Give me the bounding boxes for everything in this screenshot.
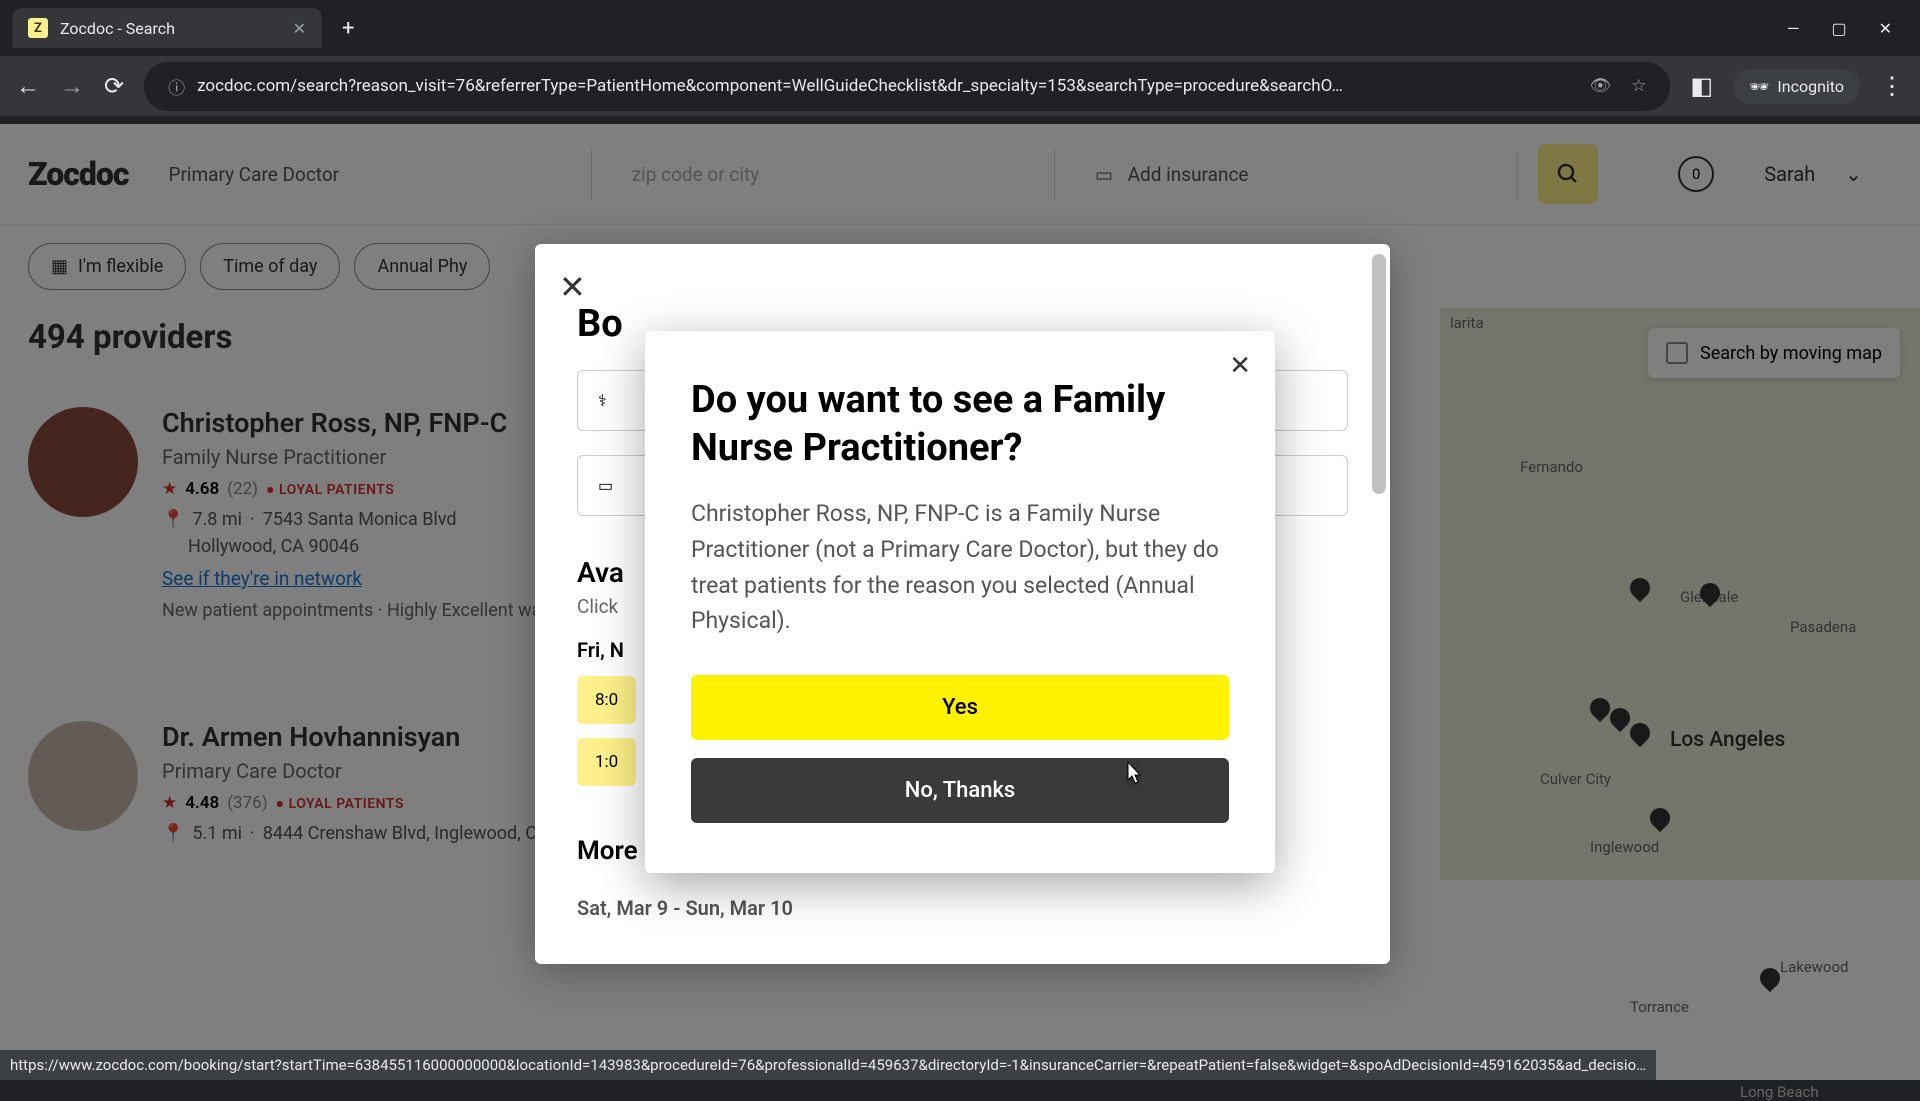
site-info-icon[interactable]: ⓘ	[168, 74, 185, 99]
status-bar: https://www.zocdoc.com/booking/start?sta…	[0, 1050, 1656, 1080]
page-content: Zocdoc Primary Care Doctor zip code or c…	[0, 124, 1920, 1080]
url-text: zocdoc.com/search?reason_visit=76&referr…	[197, 76, 1577, 96]
incognito-badge[interactable]: 🕶 Incognito	[1733, 69, 1860, 104]
browser-tab[interactable]: Z Zocdoc - Search ✕	[12, 8, 322, 48]
forward-button: →	[60, 72, 84, 101]
menu-icon[interactable]: ⋮	[1880, 72, 1904, 100]
inner-modal-overlay: ✕ Do you want to see a Family Nurse Prac…	[0, 124, 1920, 1080]
url-actions: 👁 ☆	[1590, 76, 1647, 96]
dialog-title: Do you want to see a Family Nurse Practi…	[691, 377, 1229, 472]
incognito-label: Incognito	[1777, 77, 1844, 96]
url-bar[interactable]: ⓘ zocdoc.com/search?reason_visit=76&refe…	[144, 62, 1670, 111]
close-icon[interactable]: ✕	[1229, 351, 1251, 381]
tab-favicon: Z	[28, 18, 48, 38]
map-city-label: Long Beach	[1740, 1083, 1819, 1101]
minimize-icon[interactable]: —	[1787, 19, 1800, 38]
bookmark-icon[interactable]: ☆	[1631, 76, 1646, 96]
tab-title: Zocdoc - Search	[60, 19, 175, 38]
back-button[interactable]: ←	[16, 72, 40, 101]
yes-button[interactable]: Yes	[691, 675, 1229, 740]
side-panel-icon[interactable]: ◧	[1690, 72, 1713, 100]
confirmation-dialog: ✕ Do you want to see a Family Nurse Prac…	[645, 331, 1275, 873]
nav-bar: ← → ⟳ ⓘ zocdoc.com/search?reason_visit=7…	[0, 56, 1920, 116]
incognito-icon: 🕶	[1749, 77, 1769, 96]
tab-close-icon[interactable]: ✕	[293, 19, 306, 38]
tab-bar: Z Zocdoc - Search ✕ + — ▢ ✕	[0, 0, 1920, 56]
window-controls: — ▢ ✕	[1787, 19, 1908, 38]
eye-off-icon[interactable]: 👁	[1590, 76, 1612, 96]
new-tab-button[interactable]: +	[330, 8, 366, 49]
browser-chrome: Z Zocdoc - Search ✕ + — ▢ ✕ ← → ⟳ ⓘ zocd…	[0, 0, 1920, 124]
dialog-body: Christopher Ross, NP, FNP-C is a Family …	[691, 496, 1229, 639]
maximize-icon[interactable]: ▢	[1831, 19, 1846, 38]
reload-button[interactable]: ⟳	[104, 72, 124, 100]
close-window-icon[interactable]: ✕	[1879, 19, 1892, 38]
no-thanks-button[interactable]: No, Thanks	[691, 758, 1229, 823]
